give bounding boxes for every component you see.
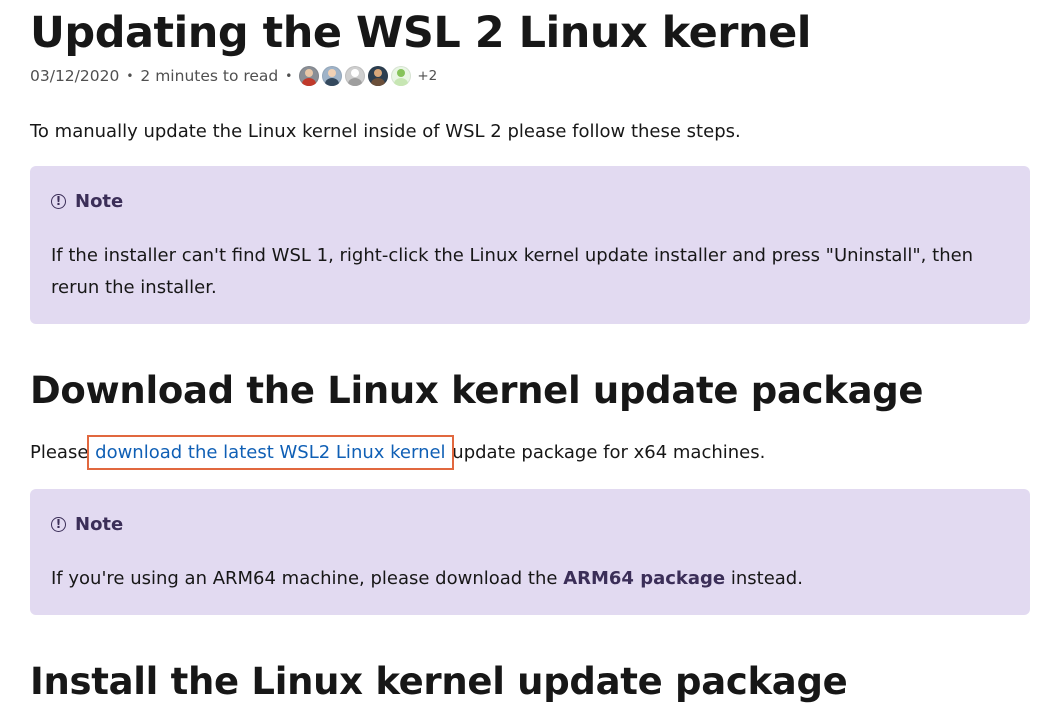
note-heading: ! Note — [51, 188, 1010, 214]
section-heading-download: Download the Linux kernel update package — [30, 369, 924, 412]
download-kernel-link[interactable]: download the latest WSL2 Linux kernel — [87, 435, 454, 470]
avatar-body-icon — [325, 78, 340, 86]
section-heading-install: Install the Linux kernel update package — [30, 660, 848, 703]
contributor-avatar[interactable] — [391, 66, 412, 86]
note-label: Note — [75, 513, 124, 535]
avatar-head-icon — [305, 69, 314, 77]
arm64-package-link[interactable]: ARM64 package — [563, 568, 725, 589]
info-circle-icon: ! — [51, 516, 66, 532]
meta-separator: • — [285, 69, 293, 83]
download-paragraph: Please download the latest WSL2 Linux ke… — [30, 435, 766, 470]
avatar-head-icon — [351, 69, 360, 77]
read-time: 2 minutes to read — [140, 67, 279, 85]
avatar-head-icon — [328, 69, 337, 77]
contributor-avatar[interactable] — [322, 66, 343, 86]
info-circle-icon: ! — [51, 193, 66, 209]
article-metadata: 03/12/2020 • 2 minutes to read • +2 — [30, 64, 437, 88]
meta-separator: • — [126, 69, 134, 83]
contributor-avatar[interactable] — [299, 66, 320, 86]
contributor-avatar[interactable] — [368, 66, 389, 86]
note-text-after: instead. — [725, 568, 803, 589]
download-text-after: update package for x64 machines. — [446, 442, 766, 463]
note-text-before: If you're using an ARM64 machine, please… — [51, 568, 564, 589]
avatar-body-icon — [394, 78, 409, 86]
avatar-body-icon — [348, 78, 363, 86]
note-label: Note — [75, 190, 124, 212]
more-contributors-link[interactable]: +2 — [417, 68, 437, 84]
article-date: 03/12/2020 — [30, 67, 120, 85]
avatar-body-icon — [302, 78, 317, 86]
avatar-body-icon — [371, 78, 386, 86]
note-text: If you're using an ARM64 machine, please… — [51, 563, 1010, 595]
note-heading: ! Note — [51, 511, 1010, 537]
download-text-before: Please — [30, 442, 95, 463]
avatar-head-icon — [374, 69, 383, 77]
intro-paragraph: To manually update the Linux kernel insi… — [30, 121, 741, 142]
page-title: Updating the WSL 2 Linux kernel — [30, 8, 812, 58]
avatar-head-icon — [397, 69, 406, 77]
contributor-avatar[interactable] — [345, 66, 366, 86]
note-callout-arm64: ! Note If you're using an ARM64 machine,… — [30, 489, 1030, 615]
note-text: If the installer can't find WSL 1, right… — [51, 245, 974, 298]
contributors-list[interactable] — [299, 66, 412, 86]
note-callout: ! Note If the installer can't find WSL 1… — [30, 166, 1030, 324]
